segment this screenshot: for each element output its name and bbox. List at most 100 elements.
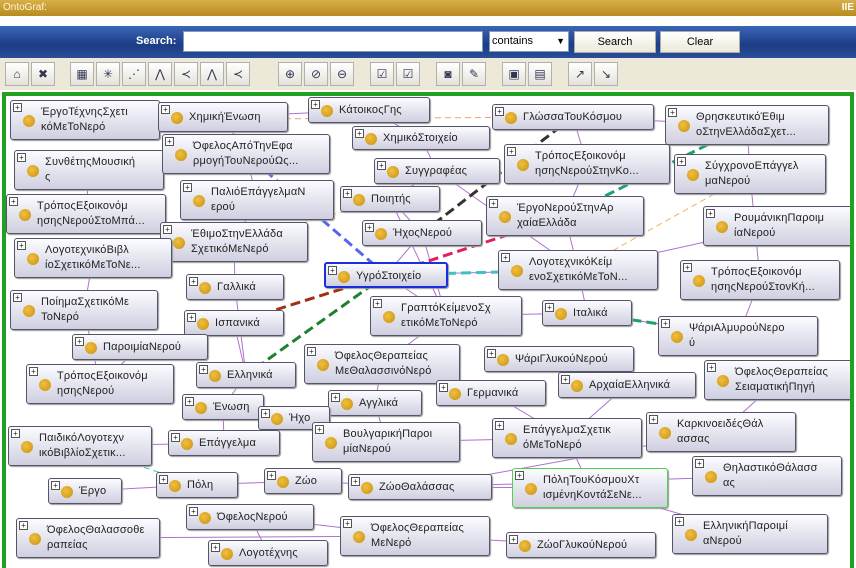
zoom-out-icon[interactable]: ⊖	[330, 62, 354, 86]
expand-icon[interactable]: +	[328, 266, 337, 275]
class-node[interactable]: + ΈργοΝερούΣτηνΑρ χαίαΕλλάδα	[486, 196, 644, 236]
expand-icon[interactable]: +	[683, 263, 692, 272]
class-node[interactable]: + ΧημικήΈνωση	[158, 102, 288, 132]
tree-horizontal-icon[interactable]: ≺	[174, 62, 198, 86]
expand-icon[interactable]: +	[377, 161, 386, 170]
expand-icon[interactable]: +	[515, 471, 524, 480]
class-node[interactable]: + ΥγρόΣτοιχείο	[324, 262, 448, 288]
expand-icon[interactable]: +	[649, 415, 658, 424]
expand-icon[interactable]: +	[311, 100, 320, 109]
radial-layout-icon[interactable]: ✳	[96, 62, 120, 86]
filter-arcs-icon[interactable]: ☑	[396, 62, 420, 86]
class-node[interactable]: + Ισπανικά	[184, 310, 284, 336]
expand-icon[interactable]: +	[495, 421, 504, 430]
zoom-in-icon[interactable]: ⊕	[278, 62, 302, 86]
class-node[interactable]: + Έργο	[48, 478, 122, 504]
expand-icon[interactable]: +	[343, 189, 352, 198]
class-node[interactable]: + ΕλληνικήΠαροιμί αΝερού	[672, 514, 828, 554]
class-node[interactable]: + ΕπάγγελμαΣχετικ όΜεΤοΝερό	[492, 418, 642, 458]
filter-nodes-icon[interactable]: ☑	[370, 62, 394, 86]
class-node[interactable]: + ΑρχαίαΕλληνικά	[558, 372, 696, 398]
class-node[interactable]: + ΠοίημαΣχετικόΜε ΤοΝερό	[10, 290, 158, 330]
expand-icon[interactable]: +	[509, 535, 518, 544]
class-node[interactable]: + ΌφελοςΝερού	[186, 504, 314, 530]
expand-icon[interactable]: +	[677, 157, 686, 166]
class-node[interactable]: + ΣυνθέτηςΜουσική ς	[14, 150, 164, 190]
expand-icon[interactable]: +	[17, 153, 26, 162]
class-node[interactable]: + ΠαροιμίαΝερού	[72, 334, 208, 360]
class-node[interactable]: + ΘρησκευτικόΈθιμ οΣτηνΕλλάδαΣχετ...	[665, 105, 829, 145]
class-node[interactable]: + ΚαρκινοειδέςΘάλ ασσας	[646, 412, 796, 452]
expand-icon[interactable]: +	[561, 375, 570, 384]
import-icon[interactable]: ↘	[594, 62, 618, 86]
camera-icon[interactable]: ◙	[436, 62, 460, 86]
expand-icon[interactable]: +	[75, 337, 84, 346]
expand-icon[interactable]: +	[675, 517, 684, 526]
expand-icon[interactable]: +	[11, 429, 20, 438]
class-node[interactable]: + ΛογοτεχνικόΒιβλ ίοΣχετικόΜεΤοΝε...	[14, 238, 172, 278]
expand-icon[interactable]: +	[161, 105, 170, 114]
class-node[interactable]: + Ένωση	[182, 394, 264, 420]
expand-icon[interactable]: +	[189, 277, 198, 286]
expand-icon[interactable]: +	[185, 397, 194, 406]
class-node[interactable]: + ΌφελοςΘεραπείας ΜεΝερό	[340, 516, 490, 556]
class-node[interactable]: + ΨάριΓλυκούΝερού	[484, 346, 634, 372]
class-node[interactable]: + ΧημικόΣτοιχείο	[352, 126, 490, 150]
expand-icon[interactable]: +	[351, 477, 360, 486]
expand-icon[interactable]: +	[355, 129, 364, 138]
expand-icon[interactable]: +	[507, 147, 516, 156]
class-node[interactable]: + ΤρόποςΕξοικονόμ ησηςΝερού	[26, 364, 174, 404]
edit-icon[interactable]: ✎	[462, 62, 486, 86]
class-node[interactable]: + ΒουλγαρικήΠαροι μίαΝερού	[312, 422, 460, 462]
class-node[interactable]: + ΠαιδικόΛογοτεχν ικόΒιβλίοΣχετικ...	[8, 426, 152, 466]
export-icon[interactable]: ↗	[568, 62, 592, 86]
expand-icon[interactable]: +	[189, 507, 198, 516]
expand-icon[interactable]: +	[17, 241, 26, 250]
expand-icon[interactable]: +	[19, 521, 28, 530]
remove-icon[interactable]: ✖	[31, 62, 55, 86]
class-node[interactable]: + ΖώοΘαλάσσας	[348, 474, 492, 500]
class-node[interactable]: + ΈργοΤέχνηςΣχετι κόΜεΤοΝερό	[10, 100, 160, 140]
class-node[interactable]: + Ελληνικά	[196, 362, 296, 388]
expand-icon[interactable]: +	[187, 313, 196, 322]
expand-icon[interactable]: +	[267, 471, 276, 480]
open-folder-icon[interactable]: ▤	[528, 62, 552, 86]
class-node[interactable]: + Ζώο	[264, 468, 342, 494]
expand-icon[interactable]: +	[373, 299, 382, 308]
class-node[interactable]: + ΠόληΤουΚόσμουΧτ ισμένηΚοντάΣεΝε...	[512, 468, 668, 508]
expand-icon[interactable]: +	[9, 197, 18, 206]
home-icon[interactable]: ⌂	[5, 62, 29, 86]
class-node[interactable]: + Γαλλικά	[186, 274, 284, 300]
class-node[interactable]: + ΖώοΓλυκούΝερού	[506, 532, 656, 558]
expand-icon[interactable]: +	[343, 519, 352, 528]
class-node[interactable]: + ΤρόποςΕξοικονόμ ησηςΝερούΣτονΚή...	[680, 260, 840, 300]
class-node[interactable]: + ΚάτοικοςΓης	[308, 97, 430, 123]
class-node[interactable]: + ΉχοςΝερού	[362, 220, 482, 246]
class-node[interactable]: + ΓλώσσαΤουΚόσμου	[492, 104, 654, 130]
grid-layout-icon[interactable]: ▦	[70, 62, 94, 86]
expand-icon[interactable]: +	[331, 393, 340, 402]
expand-icon[interactable]: +	[487, 349, 496, 358]
class-node[interactable]: + ΘηλαστικόΘάλασσ ας	[692, 456, 842, 496]
class-node[interactable]: + ΤρόποςΕξοικονόμ ησηςΝερούΣτηνΚο...	[504, 144, 670, 184]
expand-icon[interactable]: +	[495, 107, 504, 116]
zoom-reset-icon[interactable]: ⊘	[304, 62, 328, 86]
class-node[interactable]: + ΈθιμοΣτηνΕλλάδα ΣχετικόΜεΝερό	[160, 222, 308, 262]
tree-vertical-alt-icon[interactable]: ⋀	[200, 62, 224, 86]
class-node[interactable]: + ΌφελοςΘαλασσοθε ραπείας	[16, 518, 160, 558]
tree-horizontal-alt-icon[interactable]: ≺	[226, 62, 250, 86]
graph-canvas[interactable]: + ΈργοΤέχνηςΣχετι κόΜεΤοΝερό + ΧημικήΈνωση + Κ…	[2, 92, 854, 568]
expand-icon[interactable]: +	[668, 108, 677, 117]
clear-button[interactable]: Clear	[660, 31, 740, 53]
expand-icon[interactable]: +	[501, 253, 510, 262]
expand-icon[interactable]: +	[165, 137, 174, 146]
expand-icon[interactable]: +	[315, 425, 324, 434]
expand-icon[interactable]: +	[439, 383, 448, 392]
expand-icon[interactable]: +	[159, 475, 168, 484]
class-node[interactable]: + ΌφελοςΘεραπείας ΣειαματικήΠηγή	[704, 360, 850, 400]
expand-icon[interactable]: +	[13, 293, 22, 302]
window-corner[interactable]: IIE	[842, 0, 854, 16]
class-node[interactable]: + ΡουμάνικηΠαροιμ ίαΝερού	[703, 206, 850, 246]
expand-icon[interactable]: +	[695, 459, 704, 468]
expand-icon[interactable]: +	[13, 103, 22, 112]
